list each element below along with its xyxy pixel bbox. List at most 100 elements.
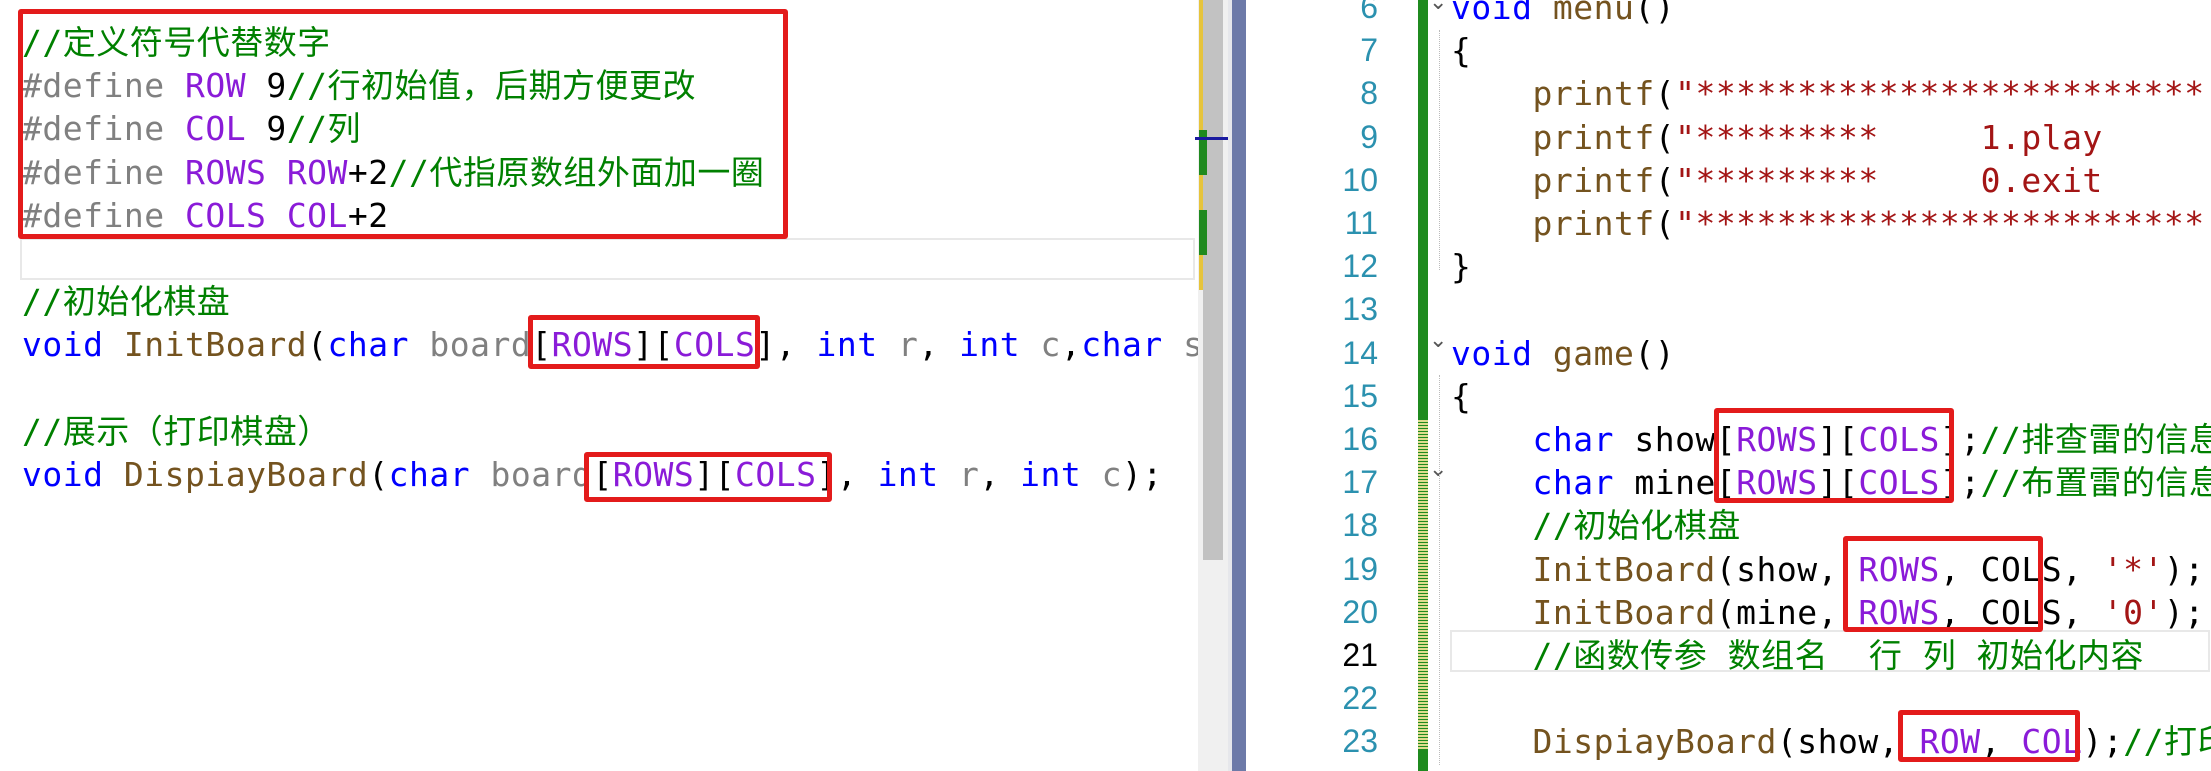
- left-scrollbar-thumb[interactable]: [1203, 0, 1223, 560]
- code-token: void: [22, 325, 104, 365]
- code-token: ROW: [286, 152, 348, 192]
- code-token: void: [22, 455, 104, 494]
- code-line[interactable]: #define ROWS ROW+2//代指原数组外面加一圈: [22, 151, 764, 194]
- code-line[interactable]: //函数传参 数组名 行 列 初始化内容: [1451, 634, 2144, 677]
- code-token: 9: [246, 109, 287, 149]
- code-token: COLS: [673, 325, 756, 365]
- code-token: COL: [286, 195, 348, 235]
- code-token: (show,: [1715, 549, 1859, 589]
- code-line[interactable]: void InitBoard(char board[ROWS][COLS], i…: [22, 323, 1198, 366]
- code-line[interactable]: char mine[ROWS][COLS];//布置雷的信息: [1451, 461, 2211, 504]
- code-token: COLS: [1858, 420, 1940, 459]
- code-token: ],: [755, 325, 817, 365]
- code-token: #define: [22, 195, 185, 235]
- code-token: c: [1101, 455, 1123, 494]
- code-line[interactable]: void menu(): [1451, 0, 1675, 29]
- code-token: ROWS: [184, 152, 267, 192]
- code-token: COL: [2021, 722, 2083, 762]
- line-number: 9: [1360, 118, 1378, 155]
- code-line[interactable]: //初始化棋盘: [1451, 504, 1741, 547]
- code-token: printf: [1532, 117, 1655, 157]
- line-number: 24: [1278, 764, 1378, 771]
- line-number: 11: [1344, 205, 1378, 241]
- code-line[interactable]: //展示（打印棋盘）: [22, 410, 331, 453]
- code-token: InitBoard: [123, 325, 308, 365]
- collapse-chevron-icon[interactable]: ⌄: [1429, 328, 1447, 353]
- code-token: int: [1020, 455, 1082, 494]
- code-line[interactable]: InitBoard(mine, ROWS, COLS, '0');: [1451, 591, 2205, 634]
- code-token: char: [388, 455, 471, 494]
- code-line[interactable]: }: [1451, 764, 1471, 771]
- code-token: InitBoard: [1532, 592, 1716, 632]
- code-line[interactable]: #define COL 9//列: [22, 107, 361, 150]
- left-editor-pane[interactable]: //定义符号代替数字 #define ROW 9//行初始值，后期方便更改 #def…: [0, 0, 1198, 771]
- code-token: #define: [22, 66, 185, 106]
- line-number: 7: [1360, 32, 1378, 69]
- code-token: //排查雷的信息: [1980, 420, 2211, 459]
- code-token: char: [327, 325, 410, 365]
- code-token: printf: [1532, 160, 1655, 200]
- code-token: //列: [286, 109, 362, 149]
- code-line[interactable]: //初始化棋盘: [22, 280, 230, 323]
- code-token: show[: [1613, 420, 1737, 459]
- code-line[interactable]: DispiayBoard(show, ROW, COL);//打印: [1451, 720, 2211, 763]
- line-number: 6: [1360, 0, 1378, 25]
- code-token: "********* 0.exit: [1675, 160, 2103, 200]
- code-token: }: [1451, 247, 1472, 287]
- code-token: COLS: [1858, 463, 1940, 503]
- code-token: ROWS: [612, 455, 695, 494]
- code-token: +2: [347, 195, 389, 235]
- code-line[interactable]: }: [1451, 245, 1471, 288]
- line-number: 17: [1342, 464, 1378, 501]
- code-token: (show,: [1776, 722, 1920, 762]
- code-token: '*': [2102, 549, 2164, 589]
- code-token: int: [959, 325, 1021, 365]
- line-number: 22: [1342, 680, 1378, 717]
- code-token: ,: [918, 325, 960, 365]
- collapse-chevron-icon[interactable]: ⌄: [1429, 0, 1447, 15]
- code-line[interactable]: printf("*************************: [1451, 72, 2205, 115]
- code-token: ];: [1939, 420, 1981, 459]
- code-line[interactable]: #define ROW 9//行初始值，后期方便更改: [22, 64, 696, 107]
- code-token: +2: [347, 152, 389, 192]
- code-line[interactable]: printf("*************************: [1451, 202, 2205, 245]
- code-token: //定义符号代替数字: [22, 23, 331, 62]
- code-line[interactable]: printf("********* 1.play: [1451, 116, 2103, 159]
- code-token: char: [1532, 463, 1614, 503]
- line-number: 19: [1342, 550, 1378, 587]
- editor-splitter[interactable]: [1232, 0, 1246, 771]
- code-token: printf: [1532, 204, 1655, 243]
- code-token: //函数传参 数组名 行 列 初始化内容: [1532, 636, 2145, 675]
- code-line[interactable]: printf("********* 0.exit: [1451, 159, 2103, 202]
- right-editor-pane[interactable]: 6789101112131415161718192021222324 ⌄ ⌄ ⌄…: [1278, 0, 2211, 771]
- code-line[interactable]: {: [1451, 375, 1471, 418]
- outline-guide: [1439, 30, 1442, 270]
- code-token: //代指原数组外面加一圈: [388, 152, 765, 192]
- code-token: ][: [694, 455, 735, 494]
- code-line[interactable]: //定义符号代替数字: [22, 21, 331, 64]
- code-token: ,: [1980, 722, 2022, 762]
- code-line[interactable]: void game(): [1451, 332, 1675, 375]
- code-token: );: [2163, 549, 2205, 589]
- code-line[interactable]: InitBoard(show, ROWS, COLS, '*');: [1451, 548, 2205, 591]
- code-token: InitBoard: [1532, 549, 1716, 589]
- code-line[interactable]: #define COLS COL+2: [22, 194, 389, 237]
- code-line[interactable]: char show[ROWS][COLS];//排查雷的信息: [1451, 418, 2211, 461]
- code-line[interactable]: void DispiayBoard(char board[ROWS][COLS]…: [22, 453, 1163, 496]
- code-token: }: [1451, 766, 1471, 771]
- code-token: board: [429, 325, 532, 365]
- code-token: char: [1081, 325, 1163, 365]
- code-token: //初始化棋盘: [22, 282, 231, 322]
- line-number: 20: [1342, 593, 1378, 630]
- code-token: ROW: [1919, 722, 1981, 762]
- code-token: {: [1451, 31, 1472, 71]
- code-line[interactable]: {: [1451, 29, 1471, 72]
- code-token: printf: [1532, 74, 1655, 114]
